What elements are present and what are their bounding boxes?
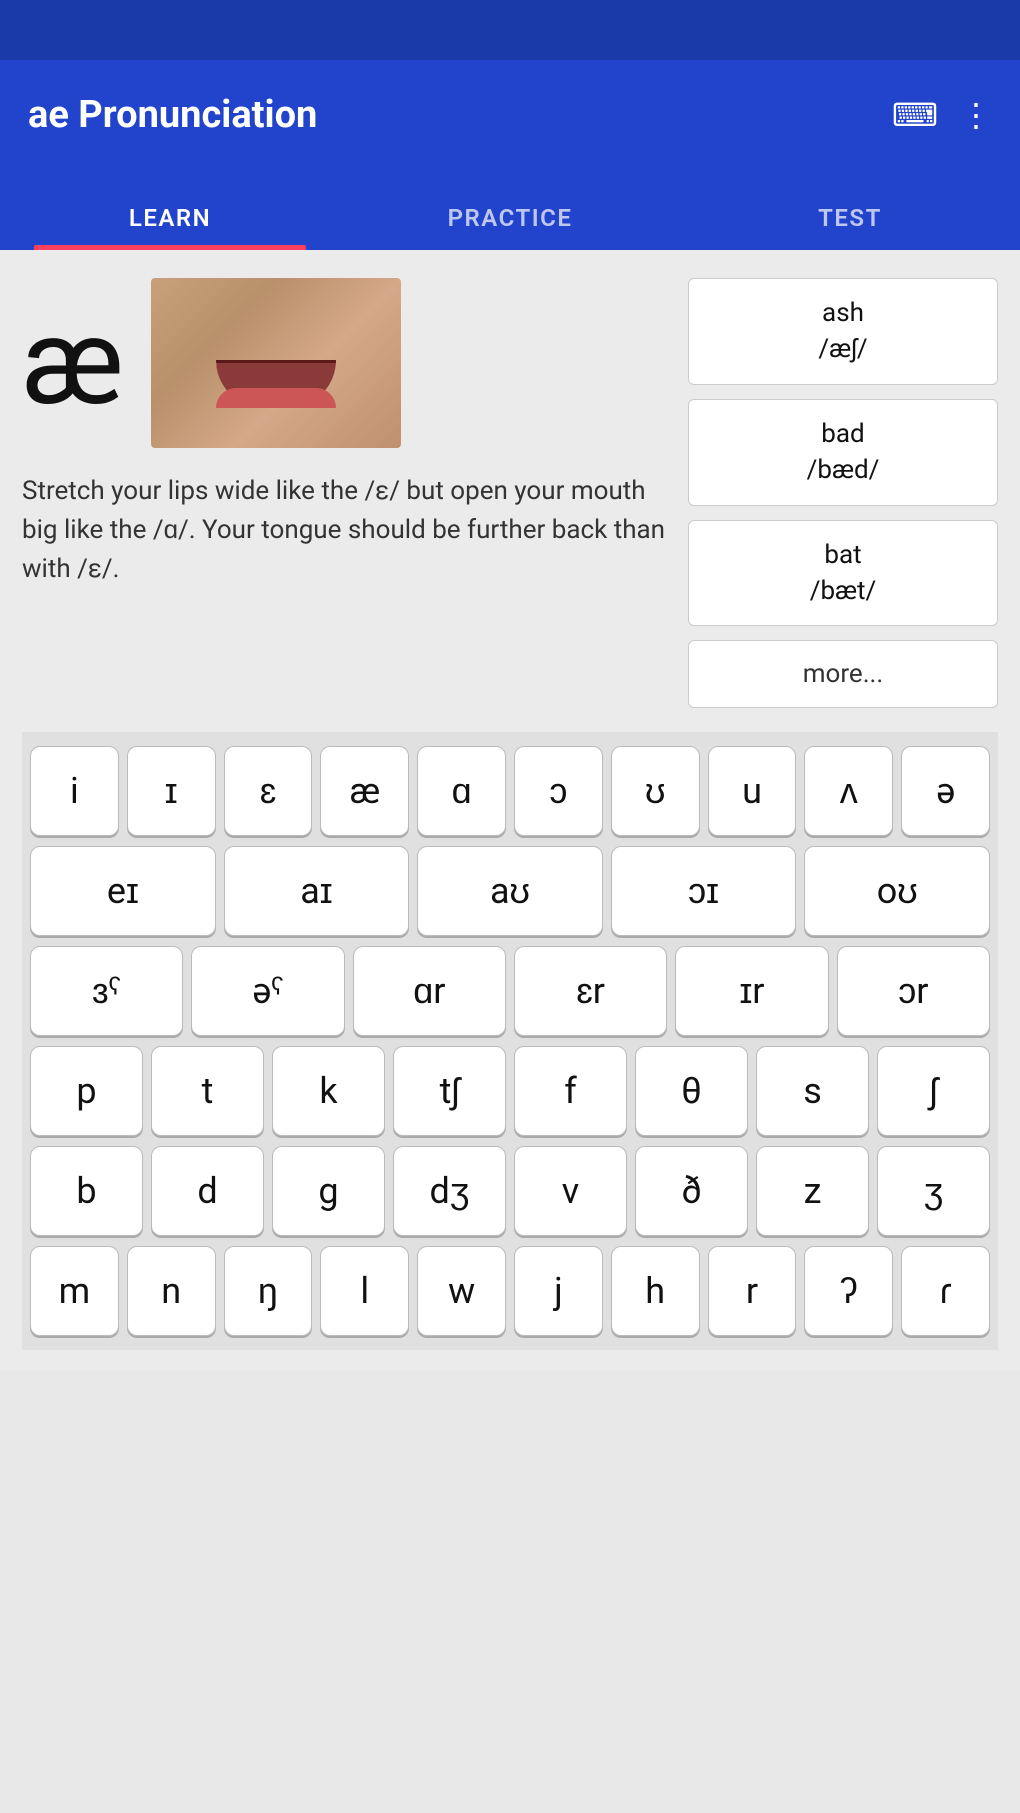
tab-learn[interactable]: LEARN (0, 204, 340, 250)
key-glottal-stop[interactable]: ʔ (804, 1246, 893, 1336)
description-text: Stretch your lips wide like the /ε/ but … (22, 472, 668, 589)
key-ae[interactable]: æ (320, 746, 409, 836)
key-small-cap-i[interactable]: ɪ (127, 746, 216, 836)
key-eng[interactable]: ŋ (224, 1246, 313, 1336)
key-j[interactable]: j (514, 1246, 603, 1336)
key-d[interactable]: d (151, 1146, 264, 1236)
key-s[interactable]: s (756, 1046, 869, 1136)
key-l[interactable]: l (320, 1246, 409, 1336)
key-au[interactable]: aʊ (417, 846, 603, 936)
key-dzh[interactable]: dʒ (393, 1146, 506, 1236)
key-eth[interactable]: ð (635, 1146, 748, 1236)
key-k[interactable]: k (272, 1046, 385, 1136)
key-flap[interactable]: ɾ (901, 1246, 990, 1336)
kb-row-2: eɪ aɪ aʊ ɔɪ oʊ (30, 846, 990, 936)
key-t[interactable]: t (151, 1046, 264, 1136)
app-title: ae Pronunciation (28, 93, 317, 137)
ipa-keyboard: i ɪ ɛ æ ɑ ɔ ʊ u ʌ ə eɪ aɪ aʊ ɔɪ oʊ ɜˤ əˤ… (22, 732, 998, 1350)
more-button[interactable]: more... (688, 640, 998, 708)
key-i[interactable]: i (30, 746, 119, 836)
key-er-stressed[interactable]: ɜˤ (30, 946, 183, 1036)
key-b[interactable]: b (30, 1146, 143, 1236)
key-g[interactable]: g (272, 1146, 385, 1236)
key-n[interactable]: n (127, 1246, 216, 1336)
key-v[interactable]: v (514, 1146, 627, 1236)
kb-row-5: b d g dʒ v ð z ʒ (30, 1146, 990, 1236)
tab-bar: LEARN PRACTICE TEST (0, 170, 1020, 250)
word-button-bad[interactable]: bad /bæd/ (688, 399, 998, 506)
key-schwa[interactable]: ə (901, 746, 990, 836)
key-sh[interactable]: ʃ (877, 1046, 990, 1136)
app-bar: ae Pronunciation ⌨ ⋮ (0, 60, 1020, 170)
key-zh[interactable]: ʒ (877, 1146, 990, 1236)
key-w[interactable]: w (417, 1246, 506, 1336)
mouth-image (151, 278, 401, 448)
tab-test[interactable]: TEST (680, 204, 1020, 250)
more-vert-icon[interactable]: ⋮ (960, 96, 992, 134)
key-z[interactable]: z (756, 1146, 869, 1236)
key-or[interactable]: ɔr (837, 946, 990, 1036)
key-ir[interactable]: ɪr (675, 946, 828, 1036)
key-epsilon[interactable]: ɛ (224, 746, 313, 836)
key-u[interactable]: u (708, 746, 797, 836)
key-air[interactable]: ɛr (514, 946, 667, 1036)
key-ei[interactable]: eɪ (30, 846, 216, 936)
status-bar (0, 0, 1020, 60)
kb-row-1: i ɪ ɛ æ ɑ ɔ ʊ u ʌ ə (30, 746, 990, 836)
key-f[interactable]: f (514, 1046, 627, 1136)
key-m[interactable]: m (30, 1246, 119, 1336)
key-ou[interactable]: oʊ (804, 846, 990, 936)
kb-row-6: m n ŋ l w j h r ʔ ɾ (30, 1246, 990, 1336)
phoneme-symbol[interactable]: æ (22, 303, 123, 423)
main-content: æ Stretch your lips wide like the /ε/ bu… (0, 250, 1020, 1370)
keyboard-icon[interactable]: ⌨ (892, 96, 938, 134)
kb-row-3: ɜˤ əˤ ɑr ɛr ɪr ɔr (30, 946, 990, 1036)
app-bar-icons: ⌨ ⋮ (892, 96, 992, 134)
left-panel: æ Stretch your lips wide like the /ε/ bu… (22, 278, 668, 708)
key-upsilon[interactable]: ʊ (611, 746, 700, 836)
key-ai[interactable]: aɪ (224, 846, 410, 936)
right-panel: ash /æʃ/ bad /bæd/ bat /bæt/ more... (688, 278, 998, 708)
symbol-row: æ (22, 278, 401, 448)
key-theta[interactable]: θ (635, 1046, 748, 1136)
key-p[interactable]: p (30, 1046, 143, 1136)
key-wedge[interactable]: ʌ (804, 746, 893, 836)
key-alpha[interactable]: ɑ (417, 746, 506, 836)
kb-row-4: p t k tʃ f θ s ʃ (30, 1046, 990, 1136)
key-h[interactable]: h (611, 1246, 700, 1336)
word-button-ash[interactable]: ash /æʃ/ (688, 278, 998, 385)
key-ar[interactable]: ɑr (353, 946, 506, 1036)
key-tsh[interactable]: tʃ (393, 1046, 506, 1136)
key-open-o[interactable]: ɔ (514, 746, 603, 836)
key-r[interactable]: r (708, 1246, 797, 1336)
top-section: æ Stretch your lips wide like the /ε/ bu… (22, 278, 998, 708)
tab-practice[interactable]: PRACTICE (340, 204, 680, 250)
word-button-bat[interactable]: bat /bæt/ (688, 520, 998, 627)
key-er-unstressed[interactable]: əˤ (191, 946, 344, 1036)
key-oi[interactable]: ɔɪ (611, 846, 797, 936)
